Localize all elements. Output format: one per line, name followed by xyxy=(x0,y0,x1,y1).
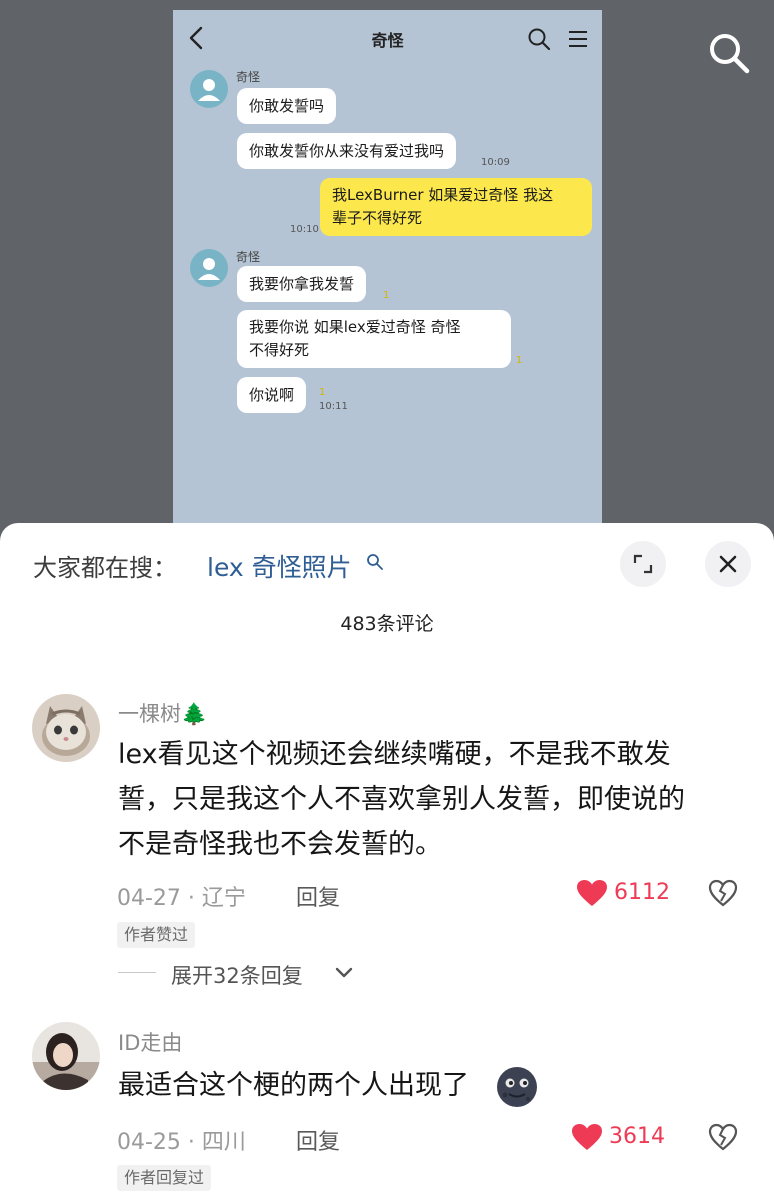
search-icon[interactable] xyxy=(706,30,752,76)
sender-name: 奇怪 xyxy=(236,70,261,84)
hot-search-link[interactable]: lex 奇怪照片 xyxy=(207,548,352,584)
chat-bubble: 你敢发誓吗 xyxy=(237,88,337,124)
message-text: 我要你说 如果lex爱过奇怪 奇怪 xyxy=(249,318,461,336)
hot-search-label: 大家都在搜： xyxy=(33,554,177,582)
expand-button[interactable] xyxy=(620,541,666,587)
search-icon xyxy=(528,28,551,51)
message-text: 我LexBurner 如果爱过奇怪 我这 xyxy=(332,186,554,204)
comment-text: lex看见这个视频还会继续嘴硬，不是我不敢发 誓，只是我这个人不喜欢拿别人发誓，… xyxy=(118,732,748,867)
read-count: 1 xyxy=(319,387,326,398)
read-count: 1 xyxy=(383,290,390,301)
sender-name: 奇怪 xyxy=(236,250,261,264)
comment-count: 483条评论 xyxy=(340,613,434,635)
heart-icon[interactable] xyxy=(571,1123,603,1151)
close-button[interactable] xyxy=(705,541,751,587)
comment-author[interactable]: ID走由 xyxy=(118,1027,182,1057)
message-text: 你敢发誓吗 xyxy=(249,97,325,115)
broken-heart-icon[interactable] xyxy=(708,879,738,907)
avatar[interactable] xyxy=(32,694,100,762)
like-count: 6112 xyxy=(614,880,670,905)
person-icon xyxy=(198,79,220,101)
message-text: 你说啊 xyxy=(249,386,295,404)
expand-icon xyxy=(633,554,653,574)
message-text: 不得好死 xyxy=(249,341,310,359)
person-icon xyxy=(198,258,220,280)
comment-meta: 04-27 · 辽宁 xyxy=(117,886,246,911)
comment-text: 最适合这个梗的两个人出现了 xyxy=(118,1070,469,1101)
search-icon xyxy=(367,554,383,570)
author-replied-badge: 作者回复过 xyxy=(117,1165,212,1191)
menu-icon xyxy=(569,31,587,47)
broken-heart-icon[interactable] xyxy=(708,1123,738,1151)
message-text: 辈子不得好死 xyxy=(332,209,423,227)
chat-screenshot: 奇怪 奇怪 你敢发誓吗 你敢发誓你从来没有爱过我吗 10:09 我LexBurn… xyxy=(173,10,602,540)
heart-icon[interactable] xyxy=(576,879,608,907)
reply-button[interactable]: 回复 xyxy=(296,880,340,912)
chat-bubble: 我要你拿我发誓 xyxy=(237,266,367,302)
comment-author[interactable]: 一棵树🌲 xyxy=(118,698,207,728)
chat-bubble-self: 我LexBurner 如果爱过奇怪 我这 辈子不得好死 xyxy=(320,178,592,236)
expand-replies-button[interactable]: 展开32条回复 xyxy=(171,960,303,990)
contact-avatar xyxy=(190,249,228,287)
chevron-down-icon[interactable] xyxy=(334,966,354,980)
close-icon xyxy=(719,555,737,573)
message-time: 10:10 xyxy=(290,224,319,235)
divider xyxy=(118,972,156,973)
chat-header: 奇怪 xyxy=(173,10,602,66)
chat-bubble: 你说啊 xyxy=(237,377,307,413)
reply-button[interactable]: 回复 xyxy=(296,1124,340,1156)
like-count: 3614 xyxy=(609,1124,665,1149)
read-count: 1 xyxy=(516,355,523,366)
comment-line: 誓，只是我这个人不喜欢拿别人发誓，即使说的 xyxy=(118,784,685,815)
message-time: 10:11 xyxy=(319,401,348,412)
comment-meta: 04-25 · 四川 xyxy=(117,1130,246,1155)
message-text: 我要你拿我发誓 xyxy=(249,275,355,293)
comment-line: 不是奇怪我也不会发誓的。 xyxy=(118,829,442,860)
avatar[interactable] xyxy=(32,1022,100,1090)
chat-bubble: 我要你说 如果lex爱过奇怪 奇怪 不得好死 xyxy=(237,310,511,368)
chat-bubble: 你敢发誓你从来没有爱过我吗 xyxy=(237,133,457,169)
contact-avatar xyxy=(190,70,228,108)
moon-face-emoji xyxy=(497,1067,537,1107)
comment-line: lex看见这个视频还会继续嘴硬，不是我不敢发 xyxy=(118,739,671,770)
cat-avatar-image xyxy=(32,694,100,762)
message-time: 10:09 xyxy=(481,157,510,168)
comment-panel: 大家都在搜： lex 奇怪照片 483条评论 一棵树🌲 lex看见这个视频还会继… xyxy=(0,523,774,1200)
author-liked-badge: 作者赞过 xyxy=(117,922,196,948)
person-avatar-image xyxy=(32,1022,100,1090)
message-text: 你敢发誓你从来没有爱过我吗 xyxy=(249,142,445,160)
